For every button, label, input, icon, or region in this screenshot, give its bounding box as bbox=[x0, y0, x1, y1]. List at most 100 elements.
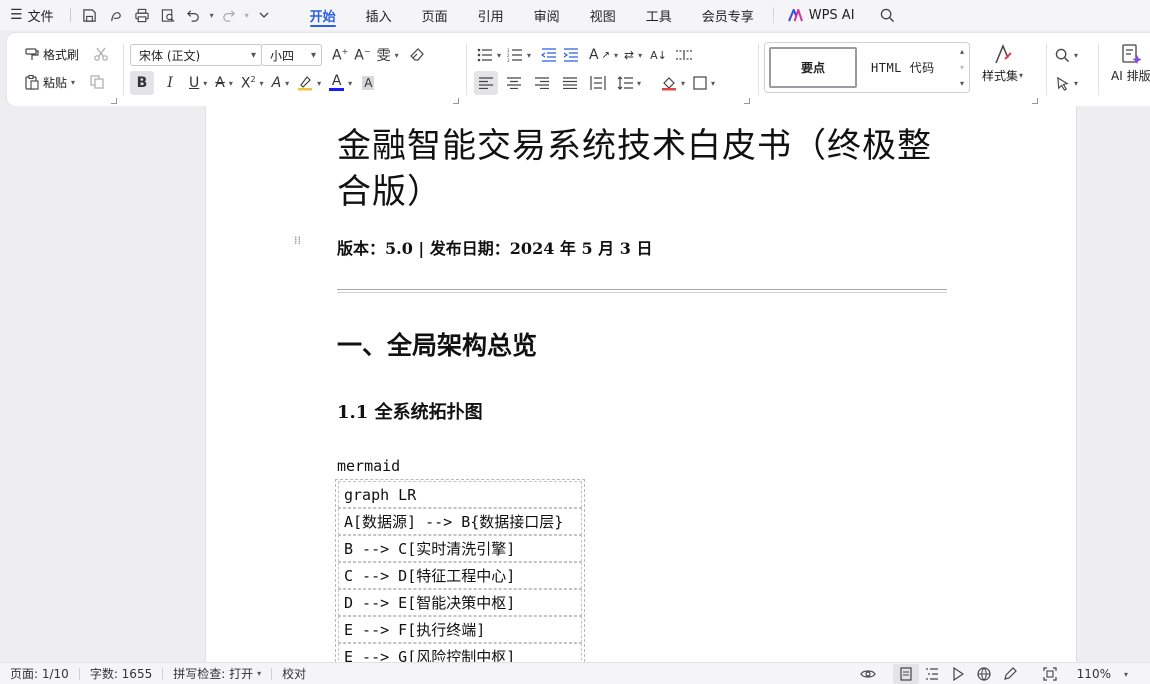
styles-dialog-launcher-icon[interactable] bbox=[1032, 98, 1038, 104]
code-line[interactable]: B --> C[实时清洗引擎] bbox=[338, 535, 582, 562]
highlight-color-button[interactable]: ▾ bbox=[294, 71, 324, 95]
document-canvas[interactable]: 金融智能交易系统技术白皮书（终极整合版） ⁞⁞ 版本：5.0 | 发布日期：20… bbox=[0, 106, 1150, 662]
font-color-icon: A bbox=[329, 74, 345, 91]
font-size-select[interactable]: 小四 ▾ bbox=[261, 44, 322, 66]
sort-icon[interactable]: ⇄ ▾ bbox=[621, 43, 645, 67]
style-html-code-tile[interactable]: HTML 代码 bbox=[871, 59, 935, 76]
more-styles-icon[interactable]: ▾ bbox=[960, 79, 964, 88]
more-chevron-icon[interactable] bbox=[253, 4, 275, 26]
code-line[interactable]: C --> D[特征工程中心] bbox=[338, 562, 582, 589]
outline-view-icon[interactable] bbox=[919, 664, 945, 684]
sort-az-icon[interactable]: A↓ bbox=[647, 43, 670, 67]
shrink-font-icon[interactable]: A− bbox=[351, 43, 373, 67]
show-marks-icon[interactable] bbox=[672, 43, 696, 67]
cut-icon[interactable] bbox=[90, 42, 112, 66]
wps-ai-button[interactable]: WPS AI bbox=[772, 7, 869, 23]
align-center-button[interactable] bbox=[502, 71, 526, 95]
shading-button[interactable]: ▾ bbox=[658, 71, 688, 95]
distribute-button[interactable] bbox=[586, 71, 610, 95]
undo-icon[interactable] bbox=[183, 4, 205, 26]
clipboard-dialog-launcher-icon[interactable] bbox=[111, 98, 117, 104]
redo-dropdown-icon[interactable]: ▾ bbox=[245, 11, 249, 20]
style-highlight-tile[interactable]: 要点 bbox=[769, 47, 857, 88]
version-date-line[interactable]: 版本：5.0 | 发布日期：2024 年 5 月 3 日 bbox=[337, 235, 652, 259]
decrease-indent-icon[interactable] bbox=[538, 43, 560, 67]
code-language-label[interactable]: mermaid bbox=[337, 457, 400, 475]
justify-button[interactable] bbox=[558, 71, 582, 95]
numbered-list-button[interactable]: 1 2 3 ▾ bbox=[504, 43, 534, 67]
heading-1[interactable]: 一、全局架构总览 bbox=[337, 326, 537, 362]
paste-button[interactable]: 粘贴 ▾ bbox=[21, 70, 78, 94]
borders-button[interactable]: ▾ bbox=[690, 71, 718, 95]
bold-button[interactable]: B bbox=[130, 71, 154, 95]
pen-icon[interactable] bbox=[997, 664, 1023, 684]
save-icon[interactable] bbox=[79, 4, 101, 26]
styles-gallery: 要点 HTML 代码 ▴ ▾ ▾ bbox=[764, 42, 970, 93]
font-dialog-launcher-icon[interactable] bbox=[453, 98, 459, 104]
code-line[interactable]: E --> G[风险控制中枢] bbox=[338, 643, 582, 662]
copy-icon[interactable] bbox=[86, 70, 108, 94]
tab-insert[interactable]: 插入 bbox=[351, 0, 407, 30]
eye-icon[interactable] bbox=[855, 664, 881, 684]
export-pdf-icon[interactable] bbox=[105, 4, 127, 26]
find-button[interactable]: ▾ bbox=[1052, 43, 1081, 67]
page-indicator[interactable]: 页面: 1/10 bbox=[0, 665, 79, 682]
tab-references[interactable]: 引用 bbox=[463, 0, 519, 30]
align-left-button[interactable] bbox=[474, 71, 498, 95]
font-color-button[interactable]: A ▾ bbox=[326, 71, 355, 95]
search-icon[interactable] bbox=[877, 4, 899, 26]
tab-review[interactable]: 审阅 bbox=[519, 0, 575, 30]
bullet-list-button[interactable]: ▾ bbox=[474, 43, 504, 67]
redo-icon[interactable] bbox=[218, 4, 240, 26]
clear-format-icon[interactable] bbox=[406, 43, 428, 67]
page-view-icon[interactable] bbox=[892, 664, 919, 684]
strikethrough-button[interactable]: A ▾ bbox=[212, 71, 236, 95]
drag-handle-icon[interactable]: ⁞⁞ bbox=[294, 235, 304, 254]
fit-page-icon[interactable] bbox=[1037, 664, 1063, 684]
word-count[interactable]: 字数: 1655 bbox=[80, 665, 162, 682]
increase-indent-icon[interactable] bbox=[560, 43, 582, 67]
tab-page[interactable]: 页面 bbox=[407, 0, 463, 30]
superscript-button[interactable]: X2 ▾ bbox=[238, 71, 267, 95]
spell-check-toggle[interactable]: 拼写检查: 打开 ▾ bbox=[163, 665, 271, 682]
underline-button[interactable]: U ▾ bbox=[186, 71, 210, 95]
styles-scroll[interactable]: ▴ ▾ ▾ bbox=[955, 43, 969, 92]
font-name-select[interactable]: 宋体 (正文) ▾ bbox=[130, 44, 262, 66]
select-button[interactable]: ▾ bbox=[1052, 71, 1081, 95]
tab-view[interactable]: 视图 bbox=[575, 0, 631, 30]
ai-layout-button[interactable]: AI 排版 bbox=[1108, 43, 1150, 97]
proofread-button[interactable]: 校对 bbox=[272, 665, 316, 682]
tab-home[interactable]: 开始 bbox=[295, 0, 351, 30]
text-direction-icon[interactable]: A ↗ ▾ bbox=[586, 43, 621, 67]
document-page[interactable]: 金融智能交易系统技术白皮书（终极整合版） ⁞⁞ 版本：5.0 | 发布日期：20… bbox=[205, 106, 1077, 662]
char-shading-button[interactable]: A bbox=[359, 71, 377, 95]
code-line[interactable]: graph LR bbox=[338, 481, 582, 508]
format-painter-button[interactable]: 格式刷 bbox=[21, 42, 82, 66]
paragraph-dialog-launcher-icon[interactable] bbox=[744, 98, 750, 104]
code-line[interactable]: E --> F[执行终端] bbox=[338, 616, 582, 643]
style-set-button[interactable]: 样式集 ▾ bbox=[979, 43, 1026, 97]
phonetic-guide-icon[interactable]: 雯 ▾ bbox=[374, 43, 402, 67]
print-icon[interactable] bbox=[131, 4, 153, 26]
line-spacing-button[interactable]: ▾ bbox=[614, 71, 644, 95]
play-icon[interactable] bbox=[945, 664, 971, 684]
tab-tools[interactable]: 工具 bbox=[631, 0, 687, 30]
chevron-down-icon[interactable]: ▾ bbox=[960, 63, 964, 72]
zoom-control[interactable]: 110% ▾ bbox=[1063, 667, 1150, 681]
text-effect-button[interactable]: A ▾ bbox=[269, 71, 293, 95]
code-line[interactable]: D --> E[智能决策中枢] bbox=[338, 589, 582, 616]
horizontal-rule bbox=[337, 289, 947, 293]
print-preview-icon[interactable] bbox=[157, 4, 179, 26]
grow-font-icon[interactable]: A+ bbox=[329, 43, 351, 67]
document-title[interactable]: 金融智能交易系统技术白皮书（终极整合版） bbox=[337, 123, 957, 215]
code-line[interactable]: A[数据源] --> B{数据接口层} bbox=[338, 508, 582, 535]
tab-member[interactable]: 会员专享 bbox=[687, 0, 769, 30]
web-view-icon[interactable] bbox=[971, 664, 997, 684]
italic-button[interactable]: I bbox=[158, 71, 182, 95]
undo-dropdown-icon[interactable]: ▾ bbox=[210, 11, 214, 20]
chevron-up-icon[interactable]: ▴ bbox=[960, 47, 964, 56]
file-menu[interactable]: ☰ 文件 bbox=[0, 0, 54, 30]
align-right-button[interactable] bbox=[530, 71, 554, 95]
heading-2[interactable]: 1.1 全系统拓扑图 bbox=[337, 398, 483, 424]
quick-access-toolbar: ▾ ▾ bbox=[66, 4, 275, 26]
